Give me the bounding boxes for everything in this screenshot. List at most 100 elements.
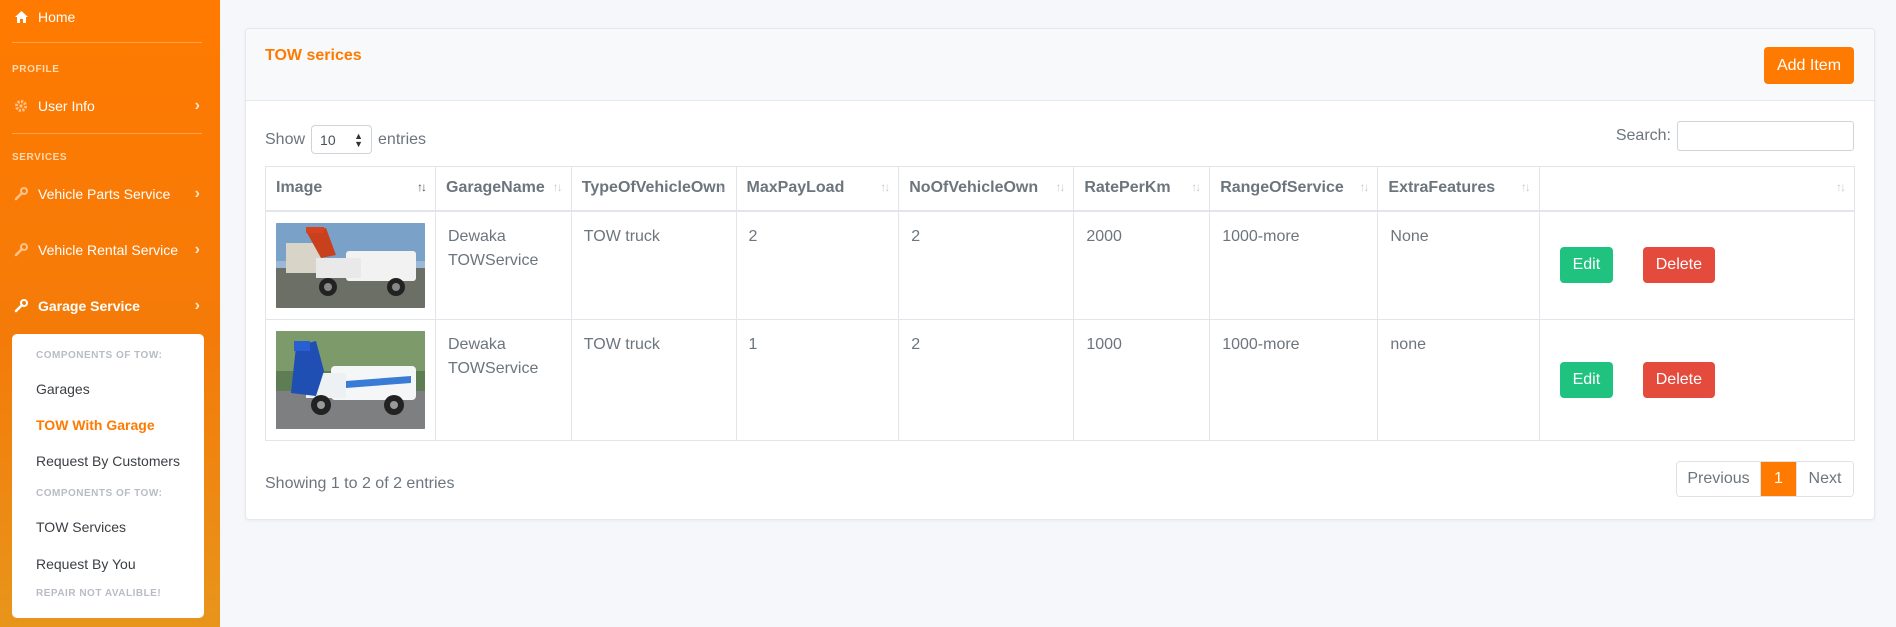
submenu-header: COMPONENTS OF TOW: — [36, 350, 163, 361]
wrench-icon — [12, 185, 30, 203]
column-label: ExtraFeatures — [1388, 179, 1496, 197]
pagination-previous[interactable]: Previous — [1677, 462, 1761, 496]
select-arrows-icon: ▲ ▼ — [354, 130, 364, 149]
edit-button[interactable]: Edit — [1559, 247, 1613, 283]
table-row: Dewaka TOWService TOW truck 1 2 1000 100… — [265, 318, 1856, 441]
chevron-right-icon: › — [194, 97, 200, 114]
sort-icon: ↑↓ — [1836, 180, 1846, 194]
chevron-right-icon: › — [194, 185, 200, 202]
submenu-item-tow-with-garage[interactable]: TOW With Garage — [36, 417, 155, 433]
column-header-no-of-vehicle[interactable]: NoOfVehicleOwn ↑↓ — [898, 166, 1075, 212]
sidebar-item-user-info[interactable]: User Info › — [0, 92, 220, 120]
table-info: Showing 1 to 2 of 2 entries — [265, 475, 455, 492]
column-header-image[interactable]: Image ↑↓ — [265, 166, 436, 212]
column-label: GarageName — [446, 179, 545, 197]
submenu-item-garages[interactable]: Garages — [36, 381, 90, 397]
tow-services-table: Image ↑↓ GarageName ↑↓ TypeOfVehicleOwn ↑↓ … — [265, 166, 1856, 441]
sidebar-item-label: Garage Service — [38, 298, 140, 314]
tow-truck-image — [276, 222, 425, 308]
column-label: TypeOfVehicleOwn — [581, 179, 726, 197]
sidebar-item-vehicle-rental[interactable]: Vehicle Rental Service › — [0, 236, 220, 264]
pagination-next[interactable]: Next — [1796, 462, 1853, 496]
wrench-icon — [12, 241, 30, 259]
search-input[interactable] — [1677, 121, 1854, 151]
garage-submenu: COMPONENTS OF TOW: Garages TOW With Gara… — [12, 334, 204, 618]
card-header: TOW serices Add Item — [246, 29, 1874, 101]
image-cell — [265, 318, 436, 441]
show-label: Show — [265, 130, 306, 148]
chevron-right-icon: › — [194, 297, 200, 314]
type-cell: TOW truck — [570, 210, 737, 320]
delete-button[interactable]: Delete — [1642, 361, 1715, 398]
column-header-type-of-vehicle[interactable]: TypeOfVehicleOwn ↑↓ — [570, 166, 737, 212]
sidebar-divider — [12, 133, 202, 134]
pagination-page-1[interactable]: 1 — [1761, 462, 1796, 496]
rate-cell: 2000 — [1073, 210, 1211, 320]
sidebar-divider — [12, 42, 202, 43]
no-of-vehicle-cell: 2 — [898, 318, 1075, 441]
sort-icon: ↑↓ — [717, 180, 728, 194]
table-header-row: Image ↑↓ GarageName ↑↓ TypeOfVehicleOwn ↑↓ … — [265, 166, 1856, 212]
sidebar-section-header: SERVICES — [12, 152, 68, 163]
entries-label: entries — [378, 130, 427, 148]
garage-name-cell: Dewaka TOWService — [435, 210, 572, 320]
rate-cell: 1000 — [1073, 318, 1211, 441]
column-header-range-of-service[interactable]: RangeOfService ↑↓ — [1209, 166, 1379, 212]
sidebar-item-home[interactable]: Home — [0, 3, 220, 31]
type-cell: TOW truck — [570, 318, 737, 441]
sort-icon: ↑↓ — [1191, 180, 1201, 194]
sidebar-item-vehicle-parts[interactable]: Vehicle Parts Service › — [0, 180, 220, 208]
column-header-actions[interactable]: ↑↓ — [1538, 166, 1856, 212]
range-cell: 1000-more — [1209, 318, 1379, 441]
pagination: Previous 1 Next — [1676, 461, 1854, 497]
entries-length-value: 10 — [320, 131, 336, 148]
sidebar-item-label: Vehicle Rental Service — [38, 242, 179, 258]
sidebar-item-garage-service[interactable]: Garage Service › — [0, 292, 220, 320]
max-payload-cell: 2 — [735, 210, 900, 320]
tow-services-card: TOW serices Add Item Show 10 ▲ ▼ entries … — [245, 28, 1875, 520]
submenu-item-tow-services[interactable]: TOW Services — [36, 519, 126, 535]
sort-icon: ↑↓ — [1520, 180, 1531, 194]
column-header-rate-per-km[interactable]: RatePerKm ↑↓ — [1073, 166, 1211, 212]
extra-features-cell: none — [1377, 318, 1540, 441]
column-header-extra-features[interactable]: ExtraFeatures ↑↓ — [1377, 166, 1540, 212]
wrench-icon — [12, 297, 30, 315]
tow-truck-image — [276, 330, 425, 429]
table-search: Search: — [1616, 121, 1854, 151]
sidebar: Home PROFILE User Info › SERVICES Vehicl… — [0, 0, 220, 627]
chevron-right-icon: › — [194, 241, 200, 258]
column-label: MaxPayLoad — [746, 179, 845, 197]
column-header-garage-name[interactable]: GarageName ↑↓ — [435, 166, 572, 212]
submenu-header: REPAIR NOT AVALIBLE! — [36, 588, 162, 599]
page-title: TOW serices — [265, 47, 362, 64]
gear-icon — [12, 97, 30, 115]
column-label: RatePerKm — [1084, 179, 1171, 197]
entries-length-control: Show 10 ▲ ▼ entries — [265, 125, 426, 154]
sort-icon: ↑↓ — [552, 180, 563, 194]
sidebar-section-header: PROFILE — [12, 64, 60, 75]
add-item-button[interactable]: Add Item — [1764, 47, 1854, 84]
range-cell: 1000-more — [1209, 210, 1379, 320]
column-header-max-payload[interactable]: MaxPayLoad ↑↓ — [735, 166, 900, 212]
delete-button[interactable]: Delete — [1642, 247, 1715, 283]
sort-icon: ↑↓ — [880, 180, 890, 194]
column-label: NoOfVehicleOwn — [909, 179, 1039, 197]
max-payload-cell: 1 — [735, 318, 900, 441]
table-row: Dewaka TOWService TOW truck 2 2 2000 100… — [265, 210, 1856, 320]
entries-length-select[interactable]: 10 ▲ ▼ — [311, 125, 373, 154]
search-label: Search: — [1615, 127, 1671, 144]
sort-icon: ↑↓ — [1359, 180, 1369, 194]
submenu-item-request-by-customers[interactable]: Request By Customers — [36, 453, 180, 469]
garage-name-cell: Dewaka TOWService — [435, 318, 572, 441]
sidebar-item-label: User Info — [38, 98, 95, 114]
column-label: RangeOfService — [1220, 179, 1344, 197]
sidebar-item-label: Home — [38, 9, 76, 25]
sort-asc-icon: ↑↓ — [417, 180, 427, 194]
edit-button[interactable]: Edit — [1559, 361, 1613, 398]
no-of-vehicle-cell: 2 — [898, 210, 1075, 320]
submenu-item-request-by-you[interactable]: Request By You — [36, 556, 136, 572]
image-cell — [265, 210, 436, 320]
sidebar-item-label: Vehicle Parts Service — [38, 186, 171, 202]
home-icon — [12, 8, 30, 26]
extra-features-cell: None — [1377, 210, 1540, 320]
